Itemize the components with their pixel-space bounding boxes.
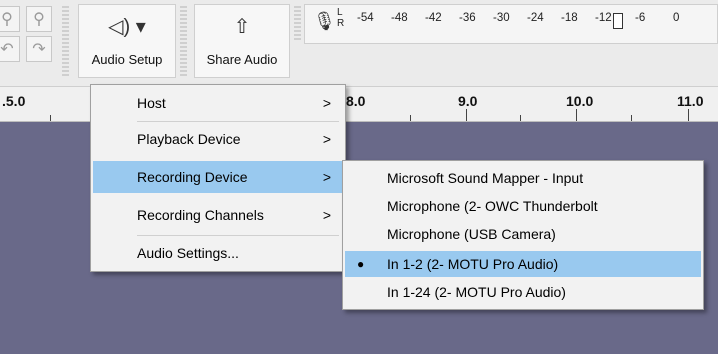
submenu-arrow-icon: > bbox=[322, 207, 331, 223]
meter-tick: -36 bbox=[459, 12, 476, 24]
audio-setup-menu: Host > Playback Device > Recording Devic… bbox=[90, 84, 346, 272]
ruler-label: .5.0 bbox=[2, 93, 26, 109]
zoom-out-icon[interactable]: ⚲ bbox=[0, 6, 20, 32]
menu-item-label: Recording Channels bbox=[137, 207, 264, 223]
device-option-label: In 1-2 (2- MOTU Pro Audio) bbox=[387, 256, 559, 272]
toolbar-grip[interactable] bbox=[62, 6, 69, 78]
ruler-tick bbox=[520, 115, 521, 121]
ruler-tick bbox=[631, 115, 632, 121]
ruler-tick bbox=[466, 109, 467, 121]
meter-tick: -18 bbox=[561, 12, 578, 24]
microphone-icon: 🎙 bbox=[313, 11, 336, 31]
toolbar: ⚲ ⚲ ↶ ↷ ◁) ▾ Audio Setup ⇧ Share Audio 🎙… bbox=[0, 0, 718, 86]
menu-item-label: Playback Device bbox=[137, 131, 241, 147]
device-option[interactable]: Microphone (2- OWC Thunderbolt bbox=[345, 193, 701, 219]
meter-tick: -30 bbox=[493, 12, 510, 24]
recording-device-submenu: Microsoft Sound Mapper - Input Microphon… bbox=[342, 160, 704, 310]
device-option[interactable]: Microphone (USB Camera) bbox=[345, 221, 701, 247]
ruler-tick bbox=[50, 115, 51, 121]
menu-item-audio-settings[interactable]: Audio Settings... bbox=[93, 237, 343, 269]
audio-setup-button[interactable]: ◁) ▾ Audio Setup bbox=[78, 4, 176, 78]
device-option-label: In 1-24 (2- MOTU Pro Audio) bbox=[387, 284, 566, 300]
menu-item-recording-device[interactable]: Recording Device > bbox=[93, 161, 343, 193]
share-audio-button[interactable]: ⇧ Share Audio bbox=[194, 4, 290, 78]
submenu-arrow-icon: > bbox=[322, 131, 331, 147]
share-upload-icon: ⇧ bbox=[233, 16, 251, 38]
meter-tick: -42 bbox=[425, 12, 442, 24]
share-audio-label: Share Audio bbox=[206, 52, 278, 67]
ruler-label: 9.0 bbox=[458, 93, 478, 109]
undo-icon[interactable]: ↶ bbox=[0, 36, 20, 62]
device-option[interactable]: Microsoft Sound Mapper - Input bbox=[345, 165, 701, 191]
channel-right-label: R bbox=[337, 18, 345, 29]
device-option[interactable]: In 1-24 (2- MOTU Pro Audio) bbox=[345, 279, 701, 305]
meter-tick: -24 bbox=[527, 12, 544, 24]
menu-item-label: Recording Device bbox=[137, 169, 248, 185]
meter-tick: -48 bbox=[391, 12, 408, 24]
ruler-tick bbox=[688, 109, 689, 121]
ruler-label: 10.0 bbox=[566, 93, 594, 109]
submenu-arrow-icon: > bbox=[322, 95, 331, 111]
device-option-label: Microphone (USB Camera) bbox=[387, 226, 556, 242]
meter-scale: -54 -48 -42 -36 -30 -24 -18 -12 -6 0 bbox=[357, 12, 697, 32]
zoom-in-icon[interactable]: ⚲ bbox=[26, 6, 52, 32]
device-option-label: Microphone (2- OWC Thunderbolt bbox=[387, 198, 598, 214]
ruler-label: 11.0 bbox=[677, 93, 704, 109]
menu-item-recording-channels[interactable]: Recording Channels > bbox=[93, 199, 343, 231]
device-option-label: Microsoft Sound Mapper - Input bbox=[387, 170, 584, 186]
menu-separator bbox=[137, 235, 339, 236]
ruler-label: 8.0 bbox=[346, 93, 366, 109]
speaker-dropdown-icon: ◁) ▾ bbox=[108, 16, 146, 38]
ruler-tick bbox=[410, 115, 411, 121]
meter-tick: -54 bbox=[357, 12, 374, 24]
channel-left-label: L bbox=[337, 7, 343, 18]
meter-tick: -6 bbox=[635, 12, 646, 24]
selected-bullet-icon: ● bbox=[357, 257, 365, 271]
menu-item-playback-device[interactable]: Playback Device > bbox=[93, 123, 343, 155]
menu-item-label: Host bbox=[137, 95, 166, 111]
meter-tick: 0 bbox=[673, 12, 680, 24]
recording-meter[interactable]: 🎙 L R -54 -48 -42 -36 -30 -24 -18 -12 -6… bbox=[304, 4, 718, 44]
menu-separator bbox=[137, 121, 339, 122]
menu-item-label: Audio Settings... bbox=[137, 245, 239, 261]
menu-item-host[interactable]: Host > bbox=[93, 87, 343, 119]
channel-labels: L R bbox=[337, 7, 344, 29]
toolbar-grip[interactable] bbox=[180, 6, 187, 78]
audio-setup-label: Audio Setup bbox=[91, 52, 163, 67]
meter-level-marker[interactable] bbox=[613, 13, 623, 29]
ruler-tick bbox=[576, 109, 577, 121]
toolbar-grip[interactable] bbox=[294, 6, 301, 42]
submenu-arrow-icon: > bbox=[322, 169, 331, 185]
meter-tick: -12 bbox=[595, 12, 612, 24]
device-option-selected[interactable]: ● In 1-2 (2- MOTU Pro Audio) bbox=[345, 251, 701, 277]
redo-icon[interactable]: ↷ bbox=[26, 36, 52, 62]
